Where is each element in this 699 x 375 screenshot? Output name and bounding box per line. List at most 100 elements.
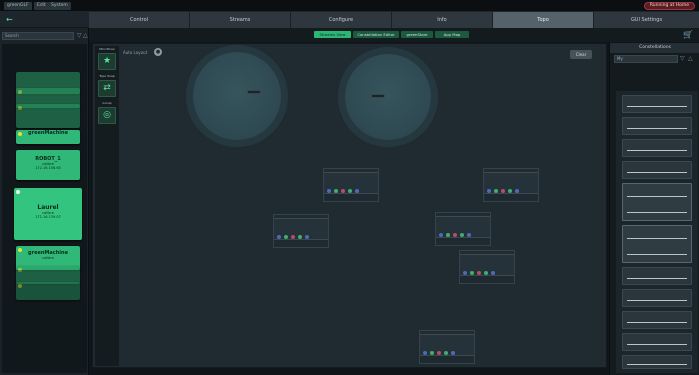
constellation-link <box>627 254 687 255</box>
node-footer <box>274 239 328 247</box>
tab-control[interactable]: Control <box>89 12 190 28</box>
stream-node[interactable] <box>273 214 329 248</box>
constellation-link <box>627 364 687 365</box>
stream-node[interactable] <box>419 330 475 364</box>
constellation-link <box>627 212 687 213</box>
tool-label: Topo Snap <box>99 74 115 78</box>
menu-item-edit[interactable]: Edit <box>34 2 49 10</box>
device-panel: ← Search ▽ △ greenMachine ROBOT_1 calibr… <box>0 12 89 375</box>
node-header <box>436 213 490 217</box>
subtab-streams-view[interactable]: Streams View <box>314 31 351 38</box>
device-name: Laurel <box>37 204 59 211</box>
constellation-item[interactable] <box>622 117 692 135</box>
filter-icon[interactable]: ▽ <box>77 32 82 40</box>
auto-layout-toggle[interactable]: ● <box>154 48 162 56</box>
stream-node[interactable] <box>483 168 539 202</box>
constellation-item[interactable] <box>622 311 692 329</box>
device-card-selected[interactable]: Laurel calibre 172.16.139.07 <box>14 188 82 240</box>
constellation-item[interactable] <box>622 267 692 285</box>
tool-label: Mini Show <box>99 47 115 51</box>
star-tool-icon[interactable]: ★ <box>98 53 116 70</box>
node-header <box>484 169 538 173</box>
cart-icon[interactable]: 🛒 <box>683 30 693 39</box>
device-ip: 172.16.156.60 <box>35 166 61 170</box>
subtab-greenstore[interactable]: greenStore <box>401 31 433 38</box>
constellation-link <box>627 278 687 279</box>
node-footer <box>436 237 490 245</box>
constellation-item[interactable] <box>622 355 692 369</box>
node-header <box>324 169 378 173</box>
room-circle[interactable] <box>345 54 431 140</box>
sort-icon[interactable]: △ <box>83 32 88 40</box>
constellation-item[interactable] <box>622 161 692 179</box>
node-footer <box>324 193 378 201</box>
menu-item-app[interactable]: greenGLF <box>4 2 32 10</box>
constellation-link <box>627 344 687 345</box>
device-name: greenMachine <box>28 130 68 136</box>
node-header <box>460 251 514 255</box>
node-footer <box>420 355 474 363</box>
device-card[interactable]: greenMachine <box>16 130 80 144</box>
constellation-search-input[interactable]: My <box>614 55 678 63</box>
constellation-link <box>627 172 687 173</box>
group-tool-icon[interactable]: ◎ <box>98 107 116 124</box>
constellation-item[interactable] <box>622 95 692 113</box>
device-ip: 172.16.139.07 <box>35 215 61 219</box>
device-card[interactable] <box>16 104 80 128</box>
node-ports <box>327 178 375 193</box>
back-button[interactable]: ← <box>0 12 89 28</box>
topo-snap-tool-icon[interactable]: ⇄ <box>98 80 116 97</box>
device-type: calibre <box>42 256 54 260</box>
node-footer <box>460 275 514 283</box>
node-header <box>274 215 328 219</box>
subtab-constellation-editor[interactable]: Constellation Editor <box>353 31 399 38</box>
constellation-link <box>627 128 687 129</box>
main-tabs: Control Streams Configure Info Topo GUI … <box>89 12 699 28</box>
node-ports <box>487 178 535 193</box>
tool-label: Group <box>102 101 112 105</box>
tab-streams[interactable]: Streams <box>190 12 291 28</box>
constellation-link <box>627 300 687 301</box>
stream-node[interactable] <box>323 168 379 202</box>
device-card[interactable] <box>16 282 80 300</box>
node-header <box>420 331 474 335</box>
constellation-item-expanded[interactable] <box>622 225 692 263</box>
device-card[interactable]: ROBOT_1 calibre 172.16.156.60 <box>16 150 80 180</box>
sort-icon[interactable]: △ <box>688 55 693 63</box>
tool-strip: Mini Show ★ Topo Snap ⇄ Group ◎ <box>95 46 119 366</box>
node-ports <box>423 340 471 355</box>
device-search-input[interactable]: Search <box>2 32 74 40</box>
clear-button[interactable]: Clear <box>570 50 592 59</box>
room-device[interactable] <box>371 94 385 98</box>
node-footer <box>484 193 538 201</box>
constellation-item[interactable] <box>622 139 692 157</box>
tab-info[interactable]: Info <box>392 12 493 28</box>
room-circle[interactable] <box>193 52 281 140</box>
subtab-app-map[interactable]: App Map <box>435 31 469 38</box>
constellation-link <box>627 106 687 107</box>
stream-node[interactable] <box>459 250 515 284</box>
tab-gui-settings[interactable]: GUI Settings <box>594 12 699 28</box>
node-ports <box>277 224 325 239</box>
topology-canvas[interactable]: Mini Show ★ Topo Snap ⇄ Group ◎ Auto Lay… <box>92 43 607 368</box>
running-status-badge: Running at Home <box>643 2 695 10</box>
stream-node[interactable] <box>435 212 491 246</box>
filter-icon[interactable]: ▽ <box>680 55 685 63</box>
room-device[interactable] <box>247 90 261 94</box>
sub-tabs: Streams View Constellation Editor greenS… <box>89 28 699 42</box>
constellation-item[interactable] <box>622 333 692 351</box>
constellation-link <box>627 238 687 239</box>
tab-configure[interactable]: Configure <box>291 12 392 28</box>
constellation-item-expanded[interactable] <box>622 183 692 221</box>
constellation-list <box>616 91 698 373</box>
constellation-item[interactable] <box>622 289 692 307</box>
constellation-link <box>627 322 687 323</box>
device-list: greenMachine ROBOT_1 calibre 172.16.156.… <box>2 44 87 373</box>
node-ports <box>463 260 511 275</box>
constellation-link <box>627 150 687 151</box>
auto-layout-label: Auto Layout <box>123 50 148 55</box>
tab-topo[interactable]: Topo <box>493 12 594 28</box>
constellations-title: Constellations <box>610 43 699 53</box>
node-ports <box>439 222 487 237</box>
menu-item-system[interactable]: System <box>48 2 71 10</box>
